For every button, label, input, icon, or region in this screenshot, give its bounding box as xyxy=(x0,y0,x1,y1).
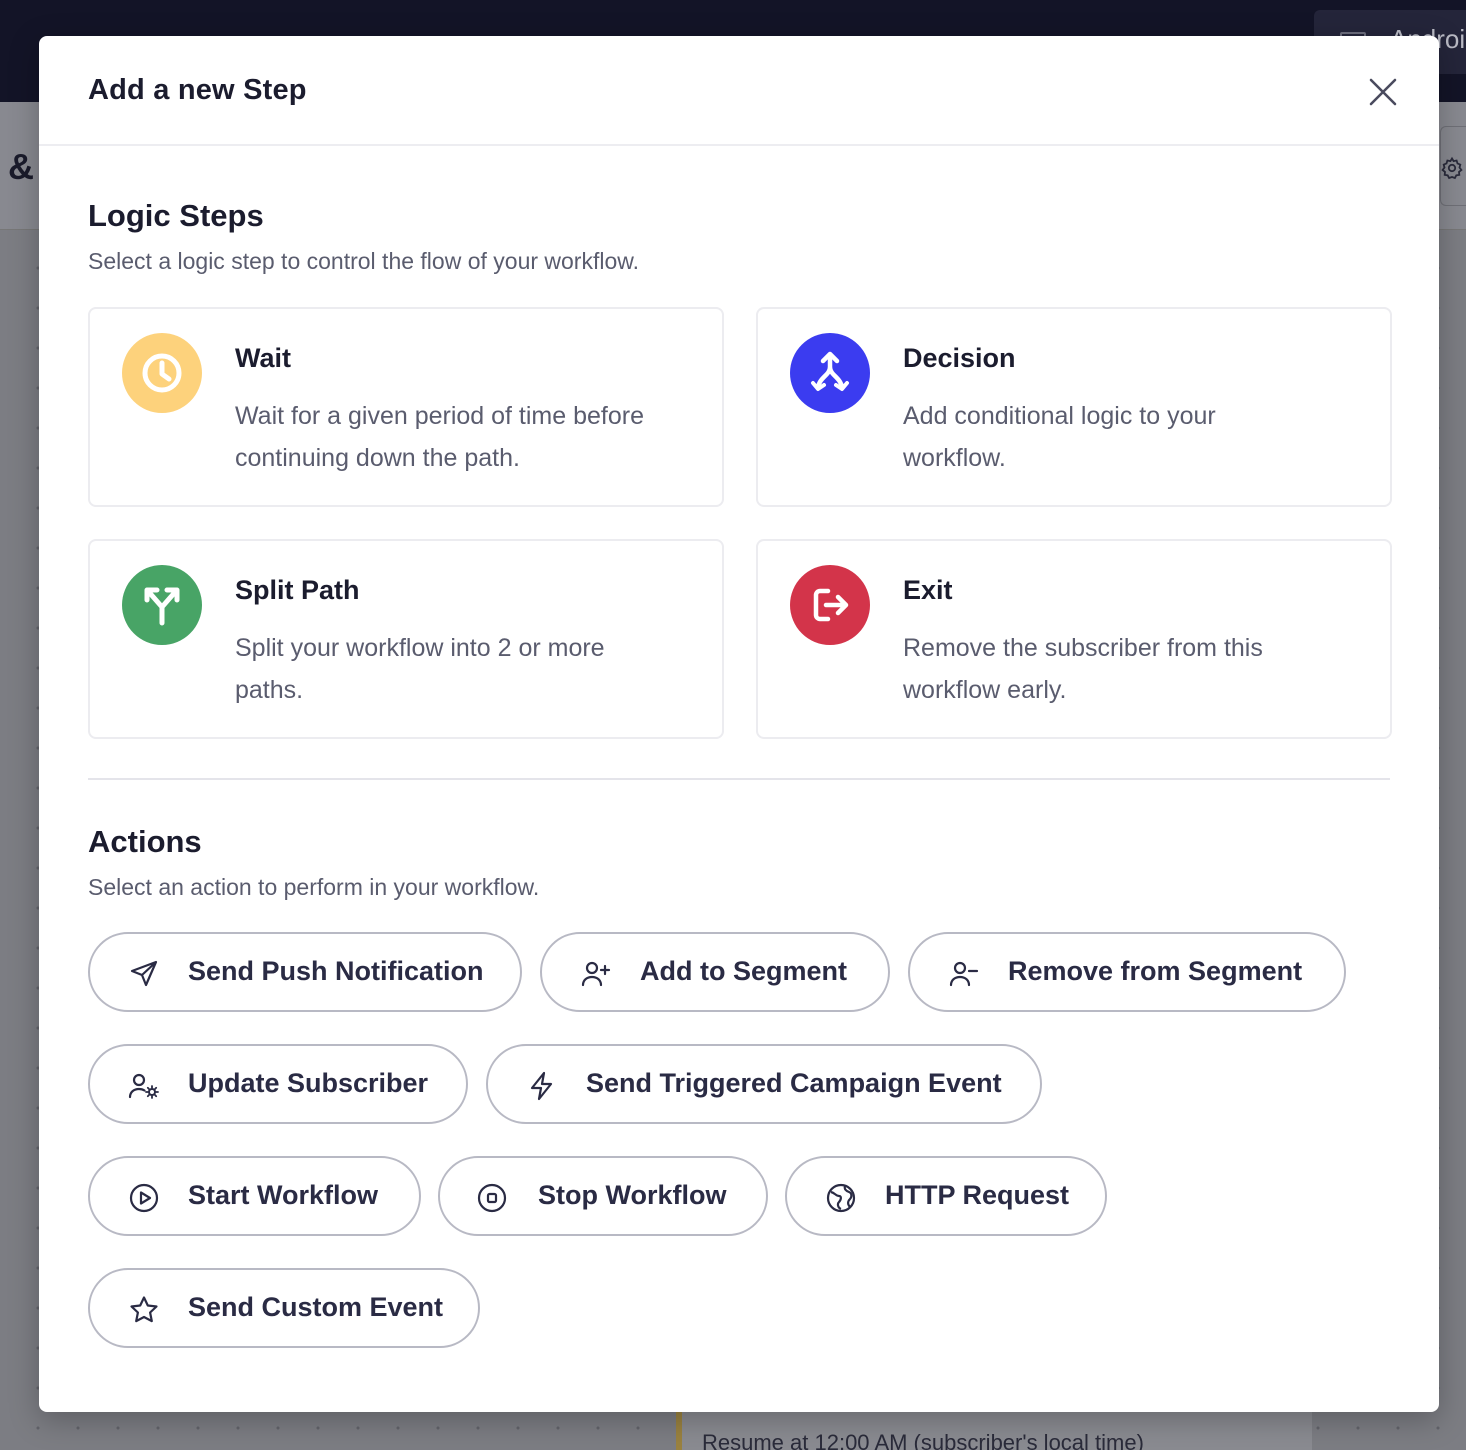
modal-title: Add a new Step xyxy=(88,74,307,106)
action-stop-workflow[interactable]: Stop Workflow xyxy=(438,1156,768,1236)
logic-card-split-path[interactable]: Split Path Split your workflow into 2 or… xyxy=(88,539,724,739)
logic-steps-subtitle: Select a logic step to control the flow … xyxy=(88,248,639,274)
globe-icon xyxy=(825,1182,857,1214)
logic-card-exit[interactable]: Exit Remove the subscriber from this wor… xyxy=(756,539,1392,739)
decision-badge xyxy=(790,333,870,413)
exit-badge xyxy=(790,565,870,645)
gear-icon[interactable] xyxy=(1440,156,1464,180)
actions-subtitle: Select an action to perform in your work… xyxy=(88,874,540,900)
add-step-modal: Add a new Step Logic Steps Select a logi… xyxy=(39,36,1439,1412)
workflow-node-wait[interactable]: Resume at 12:00 AM (subscriber's local t… xyxy=(676,1410,1312,1450)
wait-title: Wait xyxy=(235,343,291,373)
logic-steps-title: Logic Steps xyxy=(88,198,264,233)
action-send-custom-event[interactable]: Send Custom Event xyxy=(88,1268,480,1348)
action-label: Add to Segment xyxy=(640,956,847,986)
user-minus-icon xyxy=(948,958,980,990)
wait-description: Wait for a given period of time before c… xyxy=(235,402,644,472)
logic-card-wait[interactable]: Wait Wait for a given period of time bef… xyxy=(88,307,724,507)
stop-circle-icon xyxy=(476,1182,508,1214)
close-icon xyxy=(1369,78,1397,106)
node-text: Resume at 12:00 AM (subscriber's local t… xyxy=(702,1430,1144,1450)
play-circle-icon xyxy=(128,1182,160,1214)
action-label: Send Custom Event xyxy=(188,1292,444,1322)
paper-plane-icon xyxy=(128,958,160,990)
action-send-triggered-campaign-event[interactable]: Send Triggered Campaign Event xyxy=(486,1044,1042,1124)
modal-header: Add a new Step xyxy=(39,36,1439,146)
action-label: Remove from Segment xyxy=(1008,956,1303,986)
clock-icon xyxy=(142,353,182,393)
logic-card-decision[interactable]: Decision Add conditional logic to your w… xyxy=(756,307,1392,507)
star-icon xyxy=(128,1294,160,1326)
exit-description: Remove the subscriber from this workflow… xyxy=(903,634,1263,704)
action-label: Update Subscriber xyxy=(188,1068,429,1098)
wait-badge xyxy=(122,333,202,413)
split-path-badge xyxy=(122,565,202,645)
decision-description: Add conditional logic to your workflow. xyxy=(903,402,1216,472)
workflow-title-fragment: & xyxy=(8,146,34,187)
exit-icon xyxy=(813,588,849,622)
action-label: HTTP Request xyxy=(885,1180,1070,1210)
action-http-request[interactable]: HTTP Request xyxy=(785,1156,1107,1236)
split-path-description: Split your workflow into 2 or more paths… xyxy=(235,634,605,704)
section-divider xyxy=(88,778,1390,780)
action-add-to-segment[interactable]: Add to Segment xyxy=(540,932,890,1012)
action-label: Start Workflow xyxy=(188,1180,379,1210)
action-start-workflow[interactable]: Start Workflow xyxy=(88,1156,421,1236)
action-send-push-notification[interactable]: Send Push Notification xyxy=(88,932,522,1012)
lightning-icon xyxy=(526,1070,558,1102)
user-plus-icon xyxy=(580,958,612,990)
branch-merge-icon xyxy=(811,351,849,391)
split-path-title: Split Path xyxy=(235,575,360,605)
user-gear-icon xyxy=(128,1070,160,1102)
split-icon xyxy=(144,587,180,626)
action-remove-from-segment[interactable]: Remove from Segment xyxy=(908,932,1346,1012)
actions-title: Actions xyxy=(88,824,202,859)
exit-title: Exit xyxy=(903,575,953,605)
action-update-subscriber[interactable]: Update Subscriber xyxy=(88,1044,468,1124)
close-button[interactable] xyxy=(1365,74,1401,110)
decision-title: Decision xyxy=(903,343,1016,373)
action-label: Stop Workflow xyxy=(538,1180,727,1210)
action-label: Send Triggered Campaign Event xyxy=(586,1068,1002,1098)
action-label: Send Push Notification xyxy=(188,956,484,986)
